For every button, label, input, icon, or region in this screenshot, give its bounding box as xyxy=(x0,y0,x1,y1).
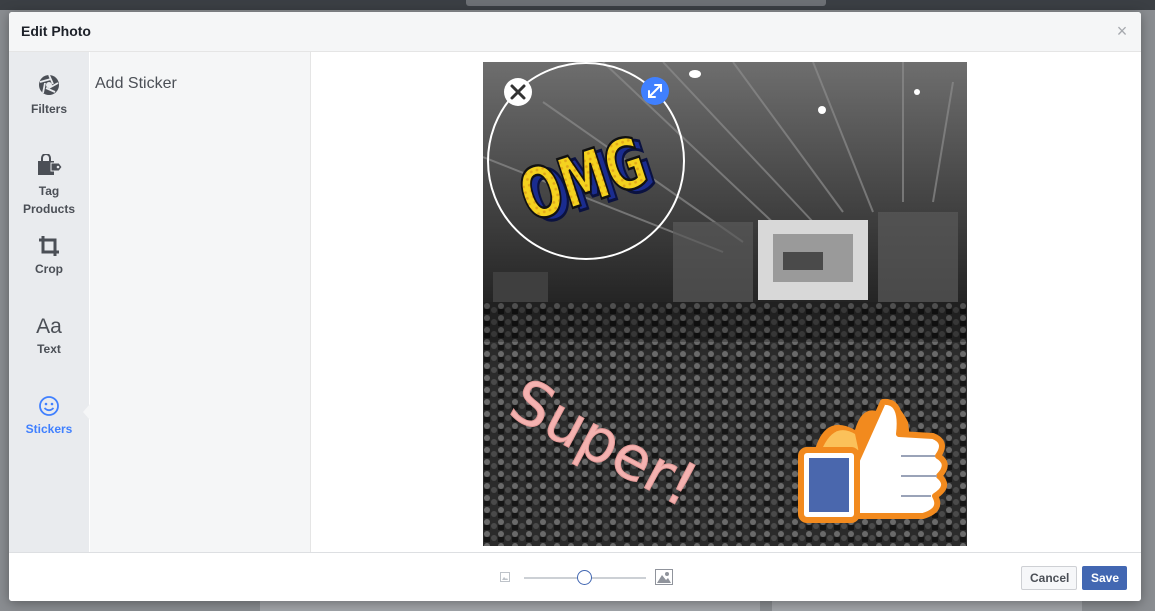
cancel-button[interactable]: Cancel xyxy=(1021,566,1077,590)
zoom-out-image-icon[interactable] xyxy=(500,572,510,582)
tool-text[interactable]: Aa Text xyxy=(9,315,89,356)
dialog-header: Edit Photo × xyxy=(9,12,1141,52)
tool-filters[interactable]: Filters xyxy=(9,74,89,116)
zoom-slider-knob[interactable] xyxy=(577,570,592,585)
tool-label: Tag Products xyxy=(22,184,75,216)
photo: OMG OMG Super! xyxy=(483,62,967,546)
text-aa-icon: Aa xyxy=(36,315,62,338)
close-icon[interactable]: × xyxy=(1115,21,1129,41)
zoom-in-image-icon[interactable] xyxy=(655,569,673,585)
background-search-bar xyxy=(466,0,826,6)
tool-label: Filters xyxy=(30,102,67,116)
edit-photo-dialog: Edit Photo × Filters Tag Products Crop A… xyxy=(9,12,1141,601)
conference-photo: OMG OMG Super! xyxy=(483,62,967,546)
background-content xyxy=(772,600,1082,611)
tool-label: Text xyxy=(37,342,61,356)
dialog-title: Edit Photo xyxy=(21,23,91,39)
resize-sticker-icon[interactable] xyxy=(641,77,669,105)
photo-canvas: OMG OMG Super! xyxy=(311,52,1141,552)
tool-label: Crop xyxy=(35,262,63,276)
aperture-icon xyxy=(39,74,59,95)
add-sticker-text: Add Sticker xyxy=(95,75,177,92)
tool-crop[interactable]: Crop xyxy=(9,235,89,276)
smiley-icon xyxy=(39,396,59,416)
tool-stickers[interactable]: Stickers xyxy=(9,395,89,436)
remove-sticker-icon[interactable] xyxy=(504,78,532,106)
tool-label: Stickers xyxy=(25,422,73,436)
active-indicator xyxy=(83,404,90,420)
background-content xyxy=(260,600,760,611)
dialog-footer: Cancel Save xyxy=(9,552,1141,601)
sticker-panel: Add Sticker xyxy=(90,52,311,552)
tool-rail: Filters Tag Products Crop Aa Text Sticke… xyxy=(9,52,90,552)
shopping-bag-icon xyxy=(38,154,62,175)
save-button[interactable]: Save xyxy=(1082,566,1127,590)
tool-tag-products[interactable]: Tag Products xyxy=(9,154,89,218)
crop-icon xyxy=(39,236,59,256)
